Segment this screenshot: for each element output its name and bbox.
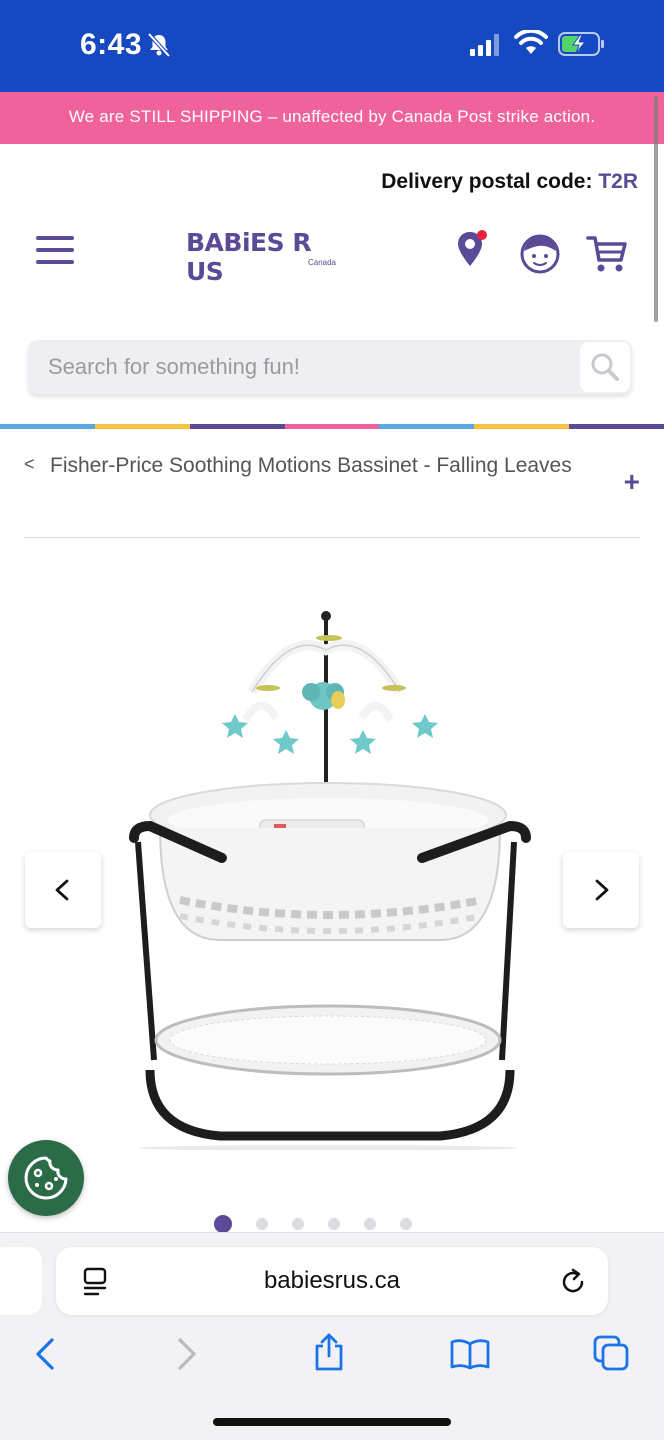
address-bar[interactable]: babiesrus.ca bbox=[56, 1247, 608, 1315]
search-box bbox=[28, 340, 632, 394]
back-link[interactable]: < bbox=[24, 454, 35, 475]
promo-banner: We are STILL SHIPPING – unaffected by Ca… bbox=[0, 92, 664, 144]
status-time: 6:43 bbox=[80, 28, 143, 61]
expand-plus-icon[interactable]: + bbox=[624, 466, 640, 498]
bookmarks-icon[interactable] bbox=[450, 1338, 490, 1370]
back-icon[interactable] bbox=[32, 1336, 58, 1372]
forward-icon[interactable] bbox=[174, 1336, 200, 1372]
cookie-icon bbox=[24, 1156, 68, 1200]
rainbow-segment bbox=[474, 424, 570, 429]
delivery-postal-code[interactable]: Delivery postal code: T2R bbox=[381, 170, 638, 194]
cart-icon[interactable] bbox=[586, 234, 628, 274]
menu-button[interactable] bbox=[36, 236, 76, 270]
gallery-pagination bbox=[214, 1214, 412, 1234]
bell-muted-icon bbox=[147, 32, 171, 58]
cookie-settings-button[interactable] bbox=[8, 1140, 84, 1216]
rainbow-segment bbox=[94, 424, 190, 429]
logo-subtitle: Canada bbox=[307, 258, 336, 267]
battery-charging-icon bbox=[558, 32, 604, 56]
url-text: babiesrus.ca bbox=[263, 1267, 401, 1294]
cellular-signal-icon bbox=[470, 34, 499, 56]
rainbow-segment bbox=[569, 424, 664, 429]
chevron-right-icon bbox=[595, 879, 609, 901]
store-locator-icon[interactable] bbox=[454, 228, 490, 270]
account-icon[interactable] bbox=[520, 234, 560, 274]
babies-r-us-logo[interactable]: BABiES R US Canada bbox=[186, 228, 342, 286]
product-title: Fisher-Price Soothing Motions Bassinet -… bbox=[50, 454, 572, 477]
rainbow-segment bbox=[189, 424, 285, 429]
pagination-dot[interactable] bbox=[364, 1218, 376, 1230]
tabs-icon[interactable] bbox=[592, 1334, 630, 1372]
status-bar: 6:43 bbox=[0, 0, 664, 92]
pagination-dot[interactable] bbox=[400, 1218, 412, 1230]
rainbow-segment bbox=[284, 424, 380, 429]
search-button[interactable] bbox=[580, 342, 630, 392]
search-input[interactable] bbox=[28, 340, 576, 394]
menu-icon-bar bbox=[36, 236, 74, 240]
menu-icon-bar bbox=[36, 260, 74, 264]
rainbow-segment bbox=[379, 424, 475, 429]
share-icon[interactable] bbox=[312, 1332, 346, 1372]
product-image-bassinet[interactable] bbox=[110, 600, 550, 1150]
delivery-label: Delivery postal code: bbox=[381, 170, 593, 193]
pagination-dot[interactable] bbox=[328, 1218, 340, 1230]
rainbow-segment bbox=[0, 424, 95, 429]
page-menu-icon[interactable] bbox=[82, 1267, 110, 1297]
home-indicator bbox=[213, 1418, 451, 1426]
breadcrumb: < Fisher-Price Soothing Motions Bassinet… bbox=[24, 448, 640, 538]
previous-tab-preview[interactable] bbox=[0, 1247, 42, 1315]
postal-code-value[interactable]: T2R bbox=[598, 170, 638, 193]
menu-icon-bar bbox=[36, 248, 74, 252]
wifi-icon bbox=[514, 30, 548, 54]
page-scrollbar[interactable] bbox=[654, 96, 658, 322]
logo-wordmark: BABiES R US bbox=[186, 228, 312, 286]
pagination-dot[interactable] bbox=[292, 1218, 304, 1230]
gallery-next-button[interactable] bbox=[563, 852, 639, 928]
reload-icon[interactable] bbox=[558, 1267, 588, 1297]
gallery-prev-button[interactable] bbox=[25, 852, 101, 928]
pagination-dot-active[interactable] bbox=[214, 1215, 232, 1233]
search-icon bbox=[591, 353, 619, 381]
pagination-dot[interactable] bbox=[256, 1218, 268, 1230]
rainbow-divider bbox=[0, 424, 664, 429]
chevron-left-icon bbox=[55, 879, 69, 901]
